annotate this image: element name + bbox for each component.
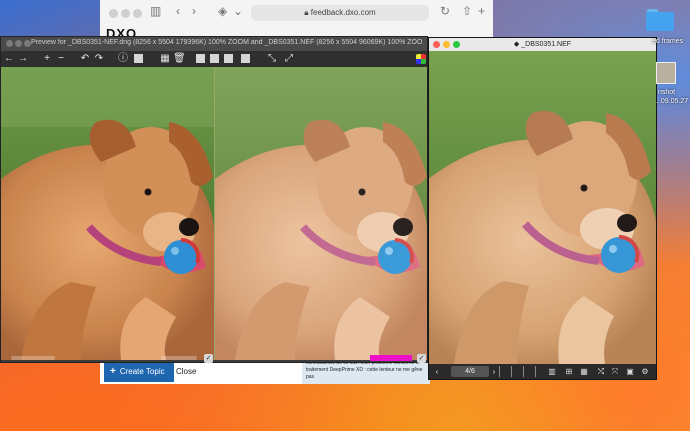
close-link[interactable]: Close [176,362,196,382]
shuffle-icon[interactable]: ⤭ [596,366,606,377]
reload-icon[interactable]: ↻ [440,4,450,18]
view-single-icon[interactable]: ▥ [547,366,557,377]
pane-scroll-indicator-left[interactable] [11,356,55,360]
dog-photo-viewer [429,51,656,364]
separator [511,366,512,377]
dog-photo-dng [1,67,214,360]
zoom-out-icon[interactable]: − [55,53,67,65]
pane-scroll-indicator-mid[interactable] [161,356,197,360]
viewer-controls: ‹ 4/6 › ▥ ⊞ ▦ ⤭ ⤧ ▣ ⚙ [429,364,656,379]
expand-icon[interactable]: ⤡ [266,53,278,65]
compare-view-icon[interactable] [224,54,233,63]
viewer-image[interactable] [429,51,656,364]
preview-titlebar: Preview for _DBS0351-NEF.dng (8256 x 550… [1,37,427,51]
download-icon[interactable]: ⌄ [233,4,243,18]
browser-window: ▥ ‹ › ◈ ⌄ 🔒︎ feedback.dxo.com ↻ ⇧ + DXO [100,0,493,41]
address-bar[interactable]: 🔒︎ feedback.dxo.com [251,5,429,21]
fullscreen-icon[interactable]: ⤢ [283,53,295,65]
rotate-left-icon[interactable]: ↶ [79,53,91,65]
viewer-title: ◆ _DBS0351.NEF [513,41,572,48]
color-icon[interactable] [416,54,426,64]
split-view-icon[interactable] [210,54,219,63]
create-topic-button[interactable]: + Create Topic [104,362,174,382]
preview-window: Preview for _DBS0351-NEF.dng (8256 x 550… [0,36,428,363]
forward-icon[interactable]: › [192,4,196,18]
separator [523,366,524,377]
address-text: feedback.dxo.com [310,8,376,17]
folder-icon[interactable] [646,9,674,31]
screenshot-label: nshot [658,89,676,96]
share-icon[interactable]: ⇧ [462,4,472,18]
rotate-icon[interactable]: ⤧ [610,366,620,377]
shield-icon[interactable]: ◈ [218,4,227,18]
grid-icon[interactable]: ▦ [159,53,171,65]
rotate-right-icon[interactable]: ↷ [93,53,105,65]
prev-icon[interactable]: ‹ [432,366,442,377]
view-grid-icon[interactable]: ⊞ [564,366,574,377]
view-list-icon[interactable]: ▦ [579,366,589,377]
settings-icon[interactable]: ⚙ [640,366,650,377]
preview-toolbar: ← → + − ↶ ↷ ⓘ ▦ 🗑︎ ⤡ ⤢ [1,51,427,67]
preview-pane-dng[interactable] [1,67,214,360]
pane-check-icon-right[interactable]: ✓ [417,354,426,363]
page-counter: 4/6 [451,366,489,377]
info-icon[interactable]: ⓘ [117,53,129,65]
arrow-left-icon[interactable]: ← [3,53,15,65]
preview-title: Preview for _DBS0351-NEF.dng (8256 x 550… [31,39,423,46]
screenshot-file-icon[interactable] [656,62,676,84]
next-icon[interactable]: › [489,366,499,377]
separator [535,366,536,377]
delete-icon[interactable]: 🗑︎ [173,53,186,65]
new-tab-icon[interactable]: + [478,4,485,18]
plus-icon: + [110,366,116,377]
single-view-icon[interactable] [196,54,205,63]
pane-check-icon[interactable]: ✓ [204,354,213,363]
zoom-in-icon[interactable]: + [41,53,53,65]
dog-photo-nef [215,67,427,360]
photo-viewer-window: ◆ _DBS0351.NEF ‹ 4/6 › ▥ ⊞ ▦ ⤭ ⤧ ▣ ⚙ [428,37,657,380]
sidebar-toggle-icon[interactable]: ▥ [150,4,161,18]
back-icon[interactable]: ‹ [176,4,180,18]
viewer-titlebar: ◆ _DBS0351.NEF [429,38,656,51]
arrow-right-icon[interactable]: → [17,53,29,65]
screenshot-label-time: ...09.05.27 [655,98,689,105]
create-topic-label: Create Topic [119,367,165,376]
separator [499,366,500,377]
crop-icon[interactable] [134,54,143,63]
clipping-marker [370,355,412,361]
image-icon[interactable]: ▣ [625,366,635,377]
folder-label: ed frames [652,38,684,45]
layout-icon[interactable] [241,54,250,63]
preview-pane-nef[interactable] [215,67,427,360]
